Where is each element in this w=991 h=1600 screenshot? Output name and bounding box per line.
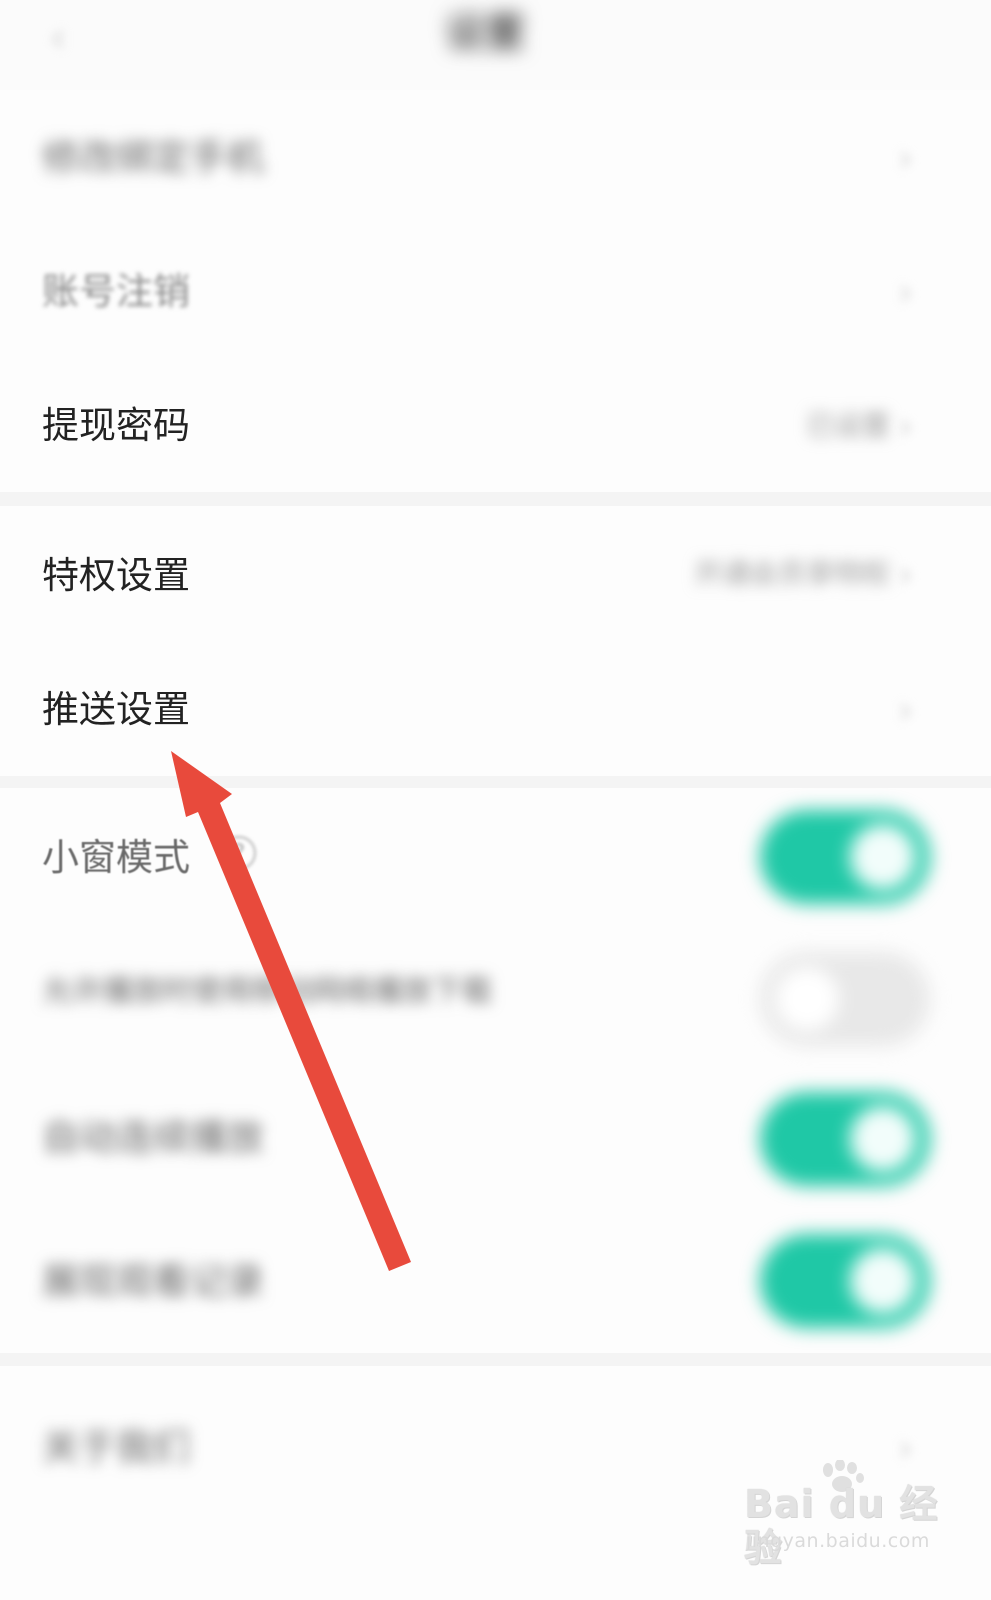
help-icon[interactable]: ? — [222, 836, 256, 870]
watermark-logo: Bai du 经验 — [744, 1482, 939, 1570]
account-group: 修改绑定手机 › 账号注销 › 提现密码 已设置 › — [0, 90, 991, 492]
settings-row-value: 开通会员享特权 — [693, 557, 890, 590]
privilege-group: 特权设置 开通会员享特权 › 推送设置 › — [0, 506, 991, 776]
baidu-watermark: Bai du 经验 jingyan.baidu.com — [740, 1460, 970, 1570]
chevron-right-icon: › — [898, 688, 914, 732]
settings-row-label: 自动连续播放 — [42, 1116, 264, 1159]
toggle-knob — [850, 824, 916, 890]
playback-group: 小窗模式 ? 允许播放时使用移动网络播放下载 自动连续播放 展现观看记录 — [0, 788, 991, 1353]
toggle-knob — [850, 1248, 916, 1314]
settings-row-label: 特权设置 — [42, 554, 190, 597]
chevron-right-icon: › — [898, 552, 914, 596]
toggle-knob — [774, 966, 840, 1032]
settings-row-label: 展现观看记录 — [42, 1260, 264, 1303]
watermark-url: jingyan.baidu.com — [746, 1530, 930, 1552]
settings-row-mini-window: 小窗模式 ? — [0, 788, 991, 928]
mini-window-toggle[interactable] — [760, 810, 930, 904]
settings-row-autoplay: 自动连续播放 — [0, 1070, 991, 1210]
settings-row-label: 提现密码 — [42, 404, 190, 447]
settings-row-withdraw-password[interactable]: 提现密码 已设置 › — [0, 358, 991, 492]
settings-page: ‹ 设置 修改绑定手机 › 账号注销 › 提现密码 已设置 › 特权设置 开通会… — [0, 0, 991, 1600]
settings-row-value: 已设置 — [805, 409, 890, 442]
chevron-right-icon: › — [898, 404, 914, 448]
settings-row-label: 修改绑定手机 — [42, 136, 264, 179]
chevron-left-icon[interactable]: ‹ — [50, 18, 90, 58]
settings-row-label: 允许播放时使用移动网络播放下载 — [42, 974, 492, 1009]
toggle-knob — [850, 1106, 916, 1172]
page-title: 设置 — [445, 10, 525, 56]
chevron-right-icon: › — [898, 136, 914, 180]
watch-history-toggle[interactable] — [760, 1234, 930, 1328]
settings-row-mobile-network: 允许播放时使用移动网络播放下载 — [0, 928, 991, 1068]
settings-row-label: 小窗模式 — [42, 836, 190, 879]
nav-bar: ‹ 设置 — [0, 0, 991, 90]
settings-row-label: 账号注销 — [42, 270, 190, 313]
settings-row-label: 推送设置 — [42, 688, 190, 731]
settings-row-account-cancel[interactable]: 账号注销 › — [0, 224, 991, 358]
chevron-right-icon: › — [898, 270, 914, 314]
settings-row-privilege[interactable]: 特权设置 开通会员享特权 › — [0, 506, 991, 640]
settings-row-watch-history: 展现观看记录 — [0, 1212, 991, 1352]
settings-row-phone[interactable]: 修改绑定手机 › — [0, 90, 991, 224]
mobile-network-toggle[interactable] — [760, 952, 930, 1046]
autoplay-toggle[interactable] — [760, 1092, 930, 1186]
settings-row-label: 关于我们 — [42, 1426, 190, 1469]
settings-row-push[interactable]: 推送设置 › — [0, 642, 991, 776]
